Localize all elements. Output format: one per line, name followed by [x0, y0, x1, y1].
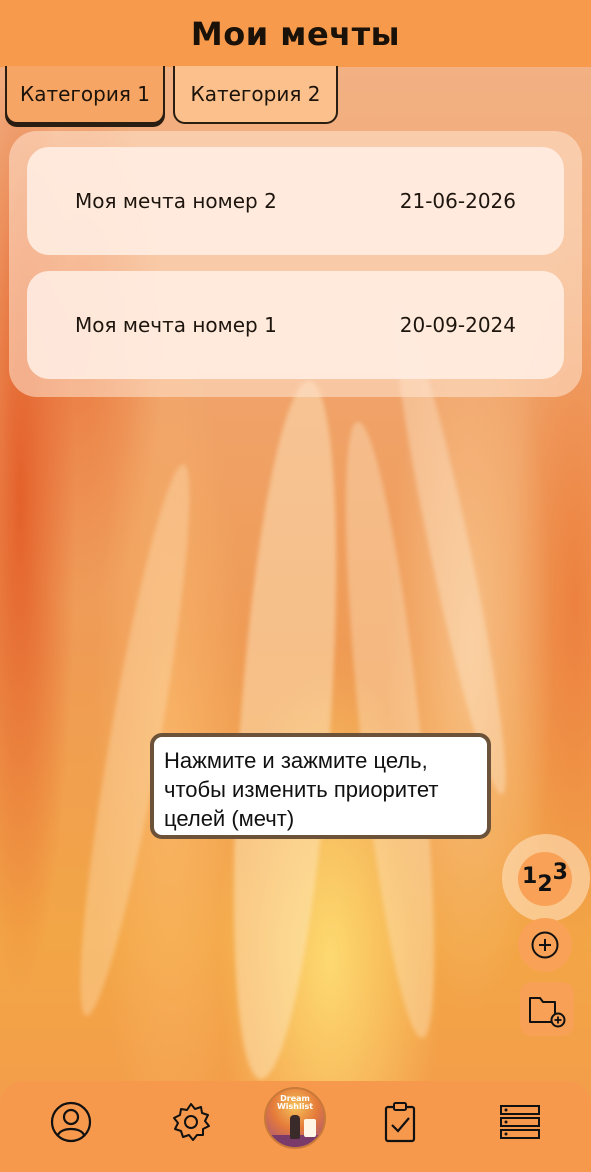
- page-title: Мои мечты: [190, 14, 401, 53]
- priority-digit: 3: [552, 859, 568, 885]
- priority-digit: 1: [522, 863, 538, 889]
- list-icon: [500, 1105, 540, 1139]
- dream-title: Моя мечта номер 1: [75, 313, 277, 337]
- dream-item[interactable]: Моя мечта номер 1 20-09-2024: [27, 271, 564, 379]
- nav-list[interactable]: [497, 1099, 543, 1145]
- priority-sort-button[interactable]: 1 2 3: [518, 852, 572, 906]
- profile-icon: [50, 1101, 92, 1143]
- logo-figure: [290, 1115, 300, 1139]
- dream-date: 21-06-2026: [399, 189, 516, 213]
- nav-settings[interactable]: [168, 1099, 214, 1145]
- tab-category-1[interactable]: Категория 1: [5, 66, 165, 124]
- tab-label: Категория 1: [20, 82, 150, 106]
- add-dream-button[interactable]: [518, 918, 572, 972]
- tooltip-line: целей (мечт): [164, 806, 295, 831]
- nav-tasks[interactable]: [377, 1099, 423, 1145]
- logo-text: Wishlist: [276, 1102, 314, 1111]
- dream-title: Моя мечта номер 2: [75, 189, 277, 213]
- dream-item[interactable]: Моя мечта номер 2 21-06-2026: [27, 147, 564, 255]
- tooltip-line: Нажмите и зажмите цель,: [164, 748, 428, 773]
- clipboard-check-icon: [384, 1102, 416, 1143]
- hint-tooltip: Нажмите и зажмите цель, чтобы изменить п…: [150, 733, 491, 839]
- tooltip-line: чтобы изменить приоритет: [164, 777, 439, 802]
- plus-circle-icon: [531, 931, 559, 959]
- app-header: Мои мечты: [0, 0, 591, 67]
- settings-icon: [173, 1103, 210, 1141]
- logo-board: [304, 1119, 316, 1137]
- dream-date: 20-09-2024: [399, 313, 516, 337]
- folder-add-icon: [529, 997, 566, 1028]
- priority-digit: 2: [537, 871, 553, 897]
- tab-label: Категория 2: [190, 82, 321, 106]
- nav-profile[interactable]: [48, 1099, 94, 1145]
- add-category-button[interactable]: [520, 982, 574, 1036]
- tab-category-2[interactable]: Категория 2: [173, 66, 338, 124]
- app-logo-button[interactable]: Dream Wishlist: [264, 1087, 326, 1149]
- bg-streak: [215, 377, 355, 1083]
